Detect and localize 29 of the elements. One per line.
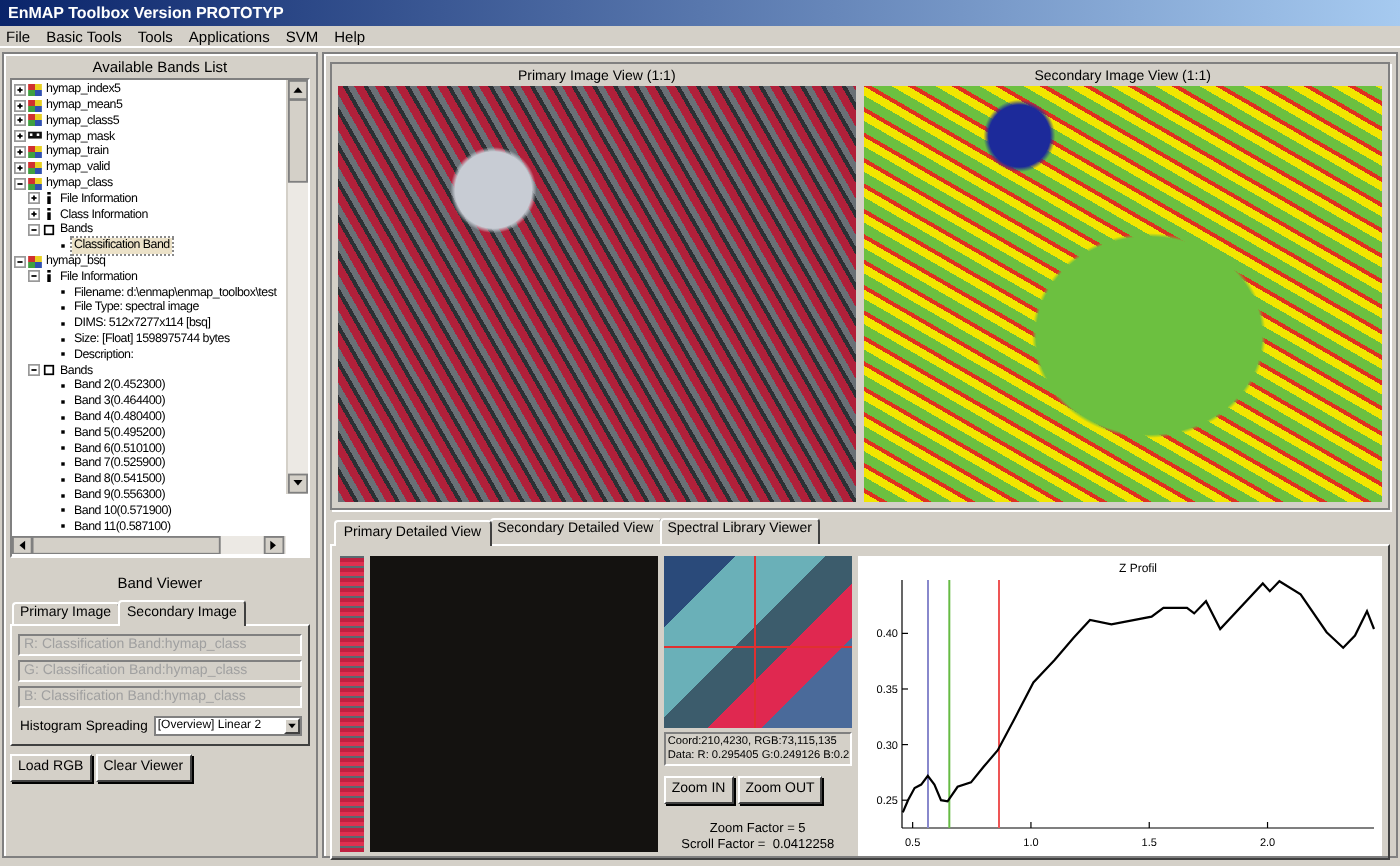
folder-square-icon <box>42 364 56 377</box>
bullet-icon <box>56 239 70 252</box>
collapse-icon[interactable] <box>28 364 40 377</box>
collapse-icon[interactable] <box>28 224 40 237</box>
expand-icon[interactable] <box>28 192 40 205</box>
dropdown-arrow-icon[interactable] <box>283 718 300 734</box>
info-icon <box>42 208 56 221</box>
collapse-icon[interactable] <box>28 270 40 283</box>
expand-icon[interactable] <box>14 99 26 112</box>
mask-thumbnail-icon <box>28 130 42 143</box>
info-icon <box>42 270 56 283</box>
expand-icon[interactable] <box>14 146 26 159</box>
image-thumbnail-icon <box>28 255 42 268</box>
folder-square-icon <box>42 224 56 237</box>
bullet-icon <box>56 442 70 455</box>
collapse-icon[interactable] <box>14 177 26 190</box>
expand-icon[interactable] <box>14 83 26 96</box>
image-thumbnail-icon <box>28 83 42 96</box>
bullet-icon <box>56 286 70 299</box>
expand-icon[interactable] <box>28 208 40 221</box>
window-title: EnMAP Toolbox Version PROTOTYP <box>0 0 1400 26</box>
image-thumbnail-icon <box>28 177 42 190</box>
vertical-scrollbar[interactable] <box>285 80 308 495</box>
expand-icon[interactable] <box>14 114 26 127</box>
horizontal-scrollbar[interactable] <box>12 536 286 555</box>
expand-icon[interactable] <box>14 161 26 174</box>
collapse-icon[interactable] <box>14 255 26 268</box>
expand-icon[interactable] <box>14 130 26 143</box>
info-icon <box>42 192 56 205</box>
